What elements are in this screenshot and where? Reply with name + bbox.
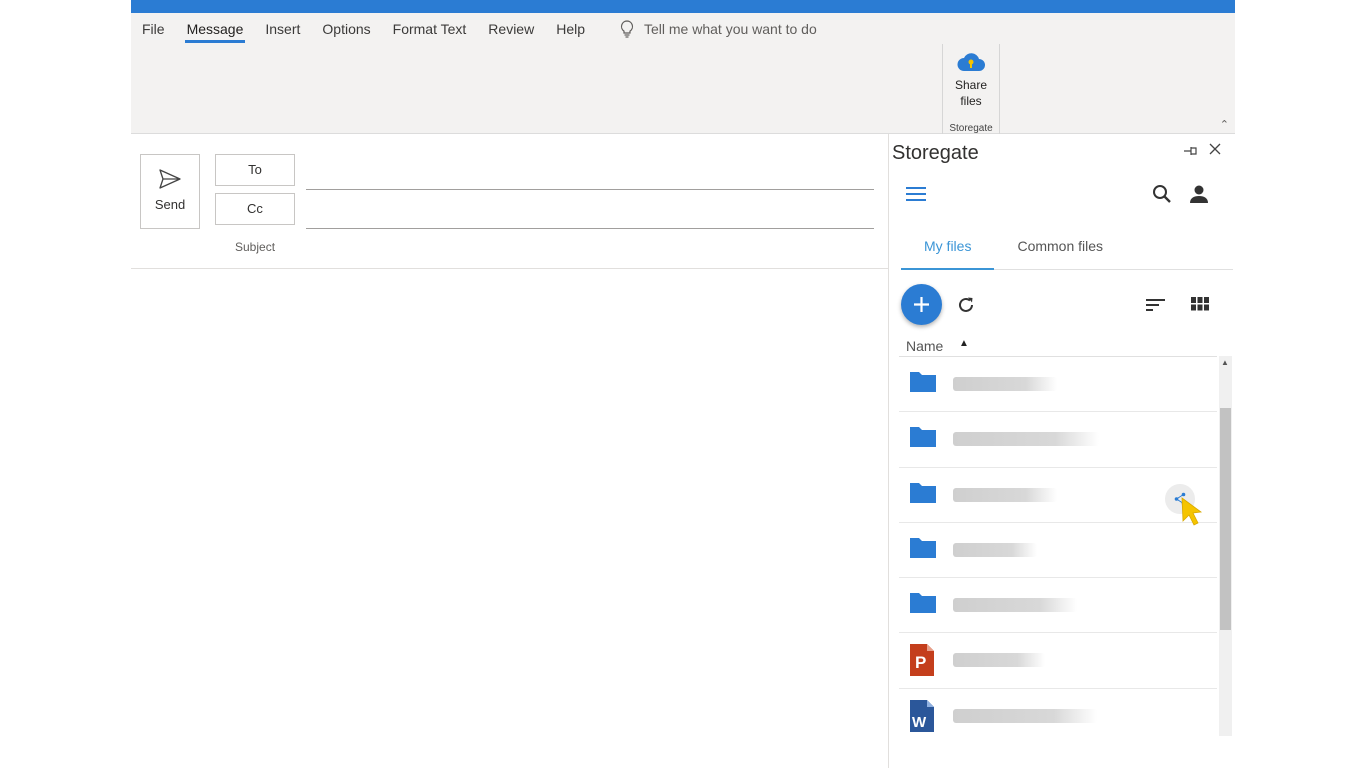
powerpoint-file-icon: P — [910, 644, 934, 677]
account-icon[interactable] — [1189, 184, 1209, 209]
tab-file[interactable]: File — [131, 21, 176, 37]
list-item[interactable]: W — [899, 689, 1217, 736]
group-label: Storegate — [949, 123, 993, 134]
file-name-redacted — [953, 377, 1057, 391]
cc-field[interactable] — [306, 228, 874, 229]
tab-message[interactable]: Message — [176, 21, 255, 43]
list-item[interactable] — [899, 412, 1217, 468]
cloud-lock-icon — [957, 53, 985, 71]
subject-field[interactable]: Subject — [235, 240, 275, 254]
tab-format-text[interactable]: Format Text — [382, 21, 478, 37]
scrollbar[interactable]: ▲ — [1219, 356, 1232, 736]
close-icon[interactable] — [1209, 142, 1221, 158]
folder-icon — [910, 372, 936, 392]
tell-me-search[interactable]: Tell me what you want to do — [620, 20, 817, 38]
pane-tabs: My files Common files — [901, 230, 1233, 270]
tab-my-files[interactable]: My files — [901, 230, 995, 270]
share-files-label-1: Share — [954, 78, 988, 92]
list-item[interactable] — [899, 578, 1217, 634]
collapse-ribbon-icon[interactable]: ⌃ — [1220, 118, 1229, 131]
column-header-name[interactable]: Name — [906, 338, 943, 354]
file-name-redacted — [953, 598, 1077, 613]
pin-icon[interactable] — [1182, 144, 1198, 160]
share-files-button[interactable]: Share files — [943, 48, 999, 112]
tab-help[interactable]: Help — [545, 21, 596, 37]
refresh-icon[interactable] — [956, 295, 976, 320]
file-name-redacted — [953, 487, 1057, 502]
menu-icon[interactable] — [906, 186, 926, 207]
sort-icon[interactable] — [1146, 297, 1166, 318]
tell-me-text: Tell me what you want to do — [644, 21, 817, 37]
tab-options[interactable]: Options — [311, 21, 381, 37]
send-icon — [159, 169, 181, 189]
share-icon — [1174, 492, 1186, 505]
compose-area: Send To Cc Subject — [131, 134, 889, 768]
tab-insert[interactable]: Insert — [254, 21, 311, 37]
storegate-pane: Storegate My files Common files Name ▲ P… — [890, 134, 1235, 768]
add-button[interactable] — [901, 284, 942, 325]
list-item[interactable] — [899, 523, 1217, 579]
grid-view-icon[interactable] — [1191, 297, 1209, 316]
cc-button[interactable]: Cc — [215, 193, 295, 225]
folder-icon — [910, 593, 936, 614]
lightbulb-icon — [620, 20, 634, 38]
share-files-label-2: files — [960, 94, 982, 108]
tab-common-files[interactable]: Common files — [994, 230, 1126, 270]
ribbon-tabs: File Message Insert Options Format Text … — [131, 17, 817, 43]
send-button[interactable]: Send — [140, 154, 200, 229]
send-label: Send — [154, 197, 186, 212]
svg-text:W: W — [912, 714, 927, 731]
tab-review[interactable]: Review — [477, 21, 545, 37]
plus-icon — [914, 297, 929, 312]
svg-text:P: P — [915, 653, 926, 672]
ribbon: File Message Insert Options Format Text … — [131, 13, 1235, 134]
folder-icon — [910, 482, 936, 503]
sort-ascending-icon: ▲ — [959, 338, 969, 349]
message-body[interactable] — [131, 270, 889, 768]
file-name-redacted — [953, 542, 1037, 557]
to-field[interactable] — [306, 189, 874, 190]
file-name-redacted — [953, 432, 1099, 447]
to-button[interactable]: To — [215, 154, 295, 186]
share-button[interactable] — [1165, 483, 1195, 514]
folder-icon — [910, 537, 936, 558]
file-name-redacted — [953, 653, 1045, 668]
list-item[interactable] — [899, 357, 1217, 413]
storegate-ribbon-group: Share files Storegate — [942, 44, 1000, 134]
outlook-window: File Message Insert Options Format Text … — [131, 0, 1235, 768]
header-divider — [131, 268, 889, 269]
file-list: P W — [899, 356, 1217, 736]
list-item[interactable] — [899, 468, 1217, 523]
scroll-up-icon[interactable]: ▲ — [1221, 358, 1229, 367]
file-name-redacted — [953, 708, 1097, 723]
search-icon[interactable] — [1152, 184, 1172, 209]
title-bar — [131, 0, 1235, 13]
list-item[interactable]: P — [899, 633, 1217, 689]
scrollbar-thumb[interactable] — [1220, 408, 1231, 630]
folder-icon — [910, 427, 936, 448]
pane-title: Storegate — [892, 142, 979, 164]
word-file-icon: W — [910, 699, 934, 732]
